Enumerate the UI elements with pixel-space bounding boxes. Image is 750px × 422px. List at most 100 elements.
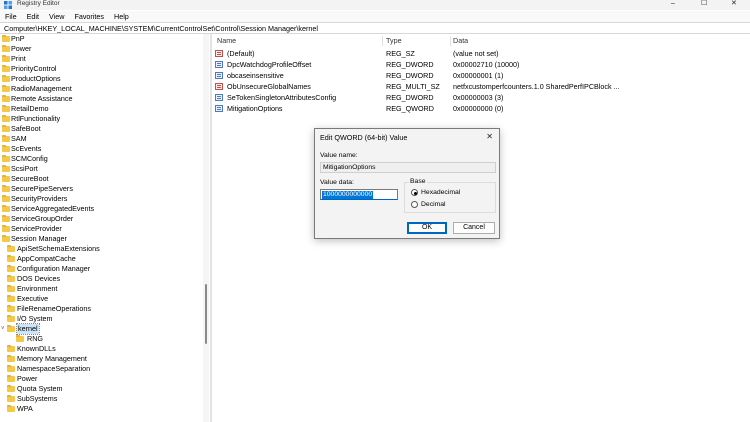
tree-item-label: AppCompatCache <box>17 254 76 263</box>
folder-icon <box>2 234 10 242</box>
close-button[interactable]: ✕ <box>720 0 750 10</box>
tree-item-label: SecurityProviders <box>11 194 68 203</box>
folder-icon <box>7 344 15 352</box>
folder-icon <box>2 34 10 42</box>
tree-item-label: Power <box>17 374 38 383</box>
binary-value-icon <box>215 94 223 101</box>
minimize-icon: – <box>671 0 675 7</box>
hexadecimal-radio[interactable] <box>411 189 418 196</box>
tree-item-label: Configuration Manager <box>17 264 91 273</box>
value-row[interactable]: SeTokenSingletonAttributesConfig REG_DWO… <box>212 92 750 103</box>
tree-scrollbar-thumb[interactable] <box>205 284 207 344</box>
folder-icon <box>2 94 10 102</box>
tree-item-label: Environment <box>17 284 58 293</box>
address-path: Computer\HKEY_LOCAL_MACHINE\SYSTEM\Curre… <box>4 24 318 33</box>
hexadecimal-label[interactable]: Hexadecimal <box>421 189 460 197</box>
close-icon: ✕ <box>731 0 737 7</box>
folder-icon <box>2 124 10 132</box>
value-data: 0x00000001 (1) <box>453 71 504 80</box>
tree-item-label: RtlFunctionality <box>11 114 61 123</box>
menu-file[interactable]: File <box>0 11 22 22</box>
tree-item-label: WPA <box>17 404 33 413</box>
tree-item-label: ScsiPort <box>11 164 38 173</box>
value-row[interactable]: obcaseinsensitive REG_DWORD 0x00000001 (… <box>212 70 750 81</box>
column-header-name[interactable]: Name <box>217 34 236 48</box>
tree-item-label: Remote Assistance <box>11 94 73 103</box>
value-row[interactable]: DpcWatchdogProfileOffset REG_DWORD 0x000… <box>212 59 750 70</box>
window-controls: – ☐ ✕ <box>660 0 750 10</box>
tree-item-label: PnP <box>11 34 25 43</box>
tree-scrollbar[interactable] <box>203 34 209 422</box>
decimal-radio[interactable] <box>411 201 418 208</box>
tree-item-label: Session Manager <box>11 234 67 243</box>
dialog-close-icon[interactable]: ✕ <box>486 132 493 141</box>
value-name-label: Value name: <box>320 152 358 159</box>
binary-value-icon <box>215 61 223 68</box>
folder-icon <box>2 164 10 172</box>
binary-value-icon <box>215 105 223 112</box>
base-group-label: Base <box>409 178 427 186</box>
folder-icon <box>7 404 15 412</box>
menu-bar: File Edit View Favorites Help <box>0 11 750 22</box>
value-name: (Default) <box>227 49 255 58</box>
menu-edit[interactable]: Edit <box>22 11 44 22</box>
value-data-label: Value data: <box>320 179 354 186</box>
value-data: 0x00000003 (3) <box>453 93 504 102</box>
folder-icon <box>7 374 15 382</box>
value-data-input[interactable]: 1000000000000 <box>320 189 398 200</box>
decimal-label[interactable]: Decimal <box>421 201 446 209</box>
menu-view[interactable]: View <box>44 11 69 22</box>
column-header-data[interactable]: Data <box>453 34 468 48</box>
folder-icon <box>2 84 10 92</box>
address-bar[interactable]: Computer\HKEY_LOCAL_MACHINE\SYSTEM\Curre… <box>0 22 750 34</box>
value-row[interactable]: (Default) REG_SZ (value not set) <box>212 48 750 59</box>
cancel-button[interactable]: Cancel <box>453 222 495 234</box>
folder-icon <box>2 64 10 72</box>
folder-icon <box>2 114 10 122</box>
minimize-button[interactable]: – <box>660 0 690 10</box>
expand-chevron-icon[interactable]: ˅ <box>1 324 5 334</box>
ok-button[interactable]: OK <box>407 222 447 234</box>
menu-help[interactable]: Help <box>109 11 134 22</box>
tree-item-label: RadioManagement <box>11 84 72 93</box>
menu-favorites[interactable]: Favorites <box>69 11 109 22</box>
tree-item-label: SecurePipeServers <box>11 184 73 193</box>
value-name: ObUnsecureGlobalNames <box>227 82 311 91</box>
value-type: REG_DWORD <box>386 71 434 80</box>
tree-item-label: Power <box>11 44 32 53</box>
tree-item-label: SubSystems <box>17 394 58 403</box>
tree-item-label: RetailDemo <box>11 104 49 113</box>
tree-item-label: FileRenameOperations <box>17 304 91 313</box>
value-row[interactable]: ObUnsecureGlobalNames REG_MULTI_SZ netfx… <box>212 81 750 92</box>
folder-icon <box>2 224 10 232</box>
value-type: REG_DWORD <box>386 60 434 69</box>
key-tree[interactable]: PnP Power Print PriorityControl ProductO… <box>0 34 209 422</box>
folder-icon <box>2 104 10 112</box>
folder-icon <box>7 294 15 302</box>
folder-icon <box>2 174 10 182</box>
folder-icon <box>2 144 10 152</box>
column-divider[interactable] <box>450 36 451 46</box>
value-name: DpcWatchdogProfileOffset <box>227 60 312 69</box>
folder-icon <box>7 254 15 262</box>
folder-icon <box>7 394 15 402</box>
column-divider[interactable] <box>382 36 383 46</box>
tree-item-label: Executive <box>17 294 49 303</box>
folder-icon <box>7 304 15 312</box>
folder-icon <box>7 364 15 372</box>
tree-item-label: ServiceAggregatedEvents <box>11 204 95 213</box>
tree-item-label: DOS Devices <box>17 274 61 283</box>
maximize-button[interactable]: ☐ <box>690 0 720 10</box>
value-data: (value not set) <box>453 49 499 58</box>
folder-icon <box>2 204 10 212</box>
value-row[interactable]: MitigationOptions REG_QWORD 0x00000000 (… <box>212 103 750 114</box>
tree-item-label: RNG <box>27 334 43 343</box>
tree-item-label: ApiSetSchemaExtensions <box>17 244 100 253</box>
tree-item-label: SecureBoot <box>11 174 49 183</box>
column-header-type[interactable]: Type <box>386 34 402 48</box>
value-type: REG_SZ <box>386 49 415 58</box>
tree-item-label: SAM <box>11 134 27 143</box>
value-name: MitigationOptions <box>227 104 283 113</box>
value-name: obcaseinsensitive <box>227 71 284 80</box>
folder-icon <box>2 194 10 202</box>
